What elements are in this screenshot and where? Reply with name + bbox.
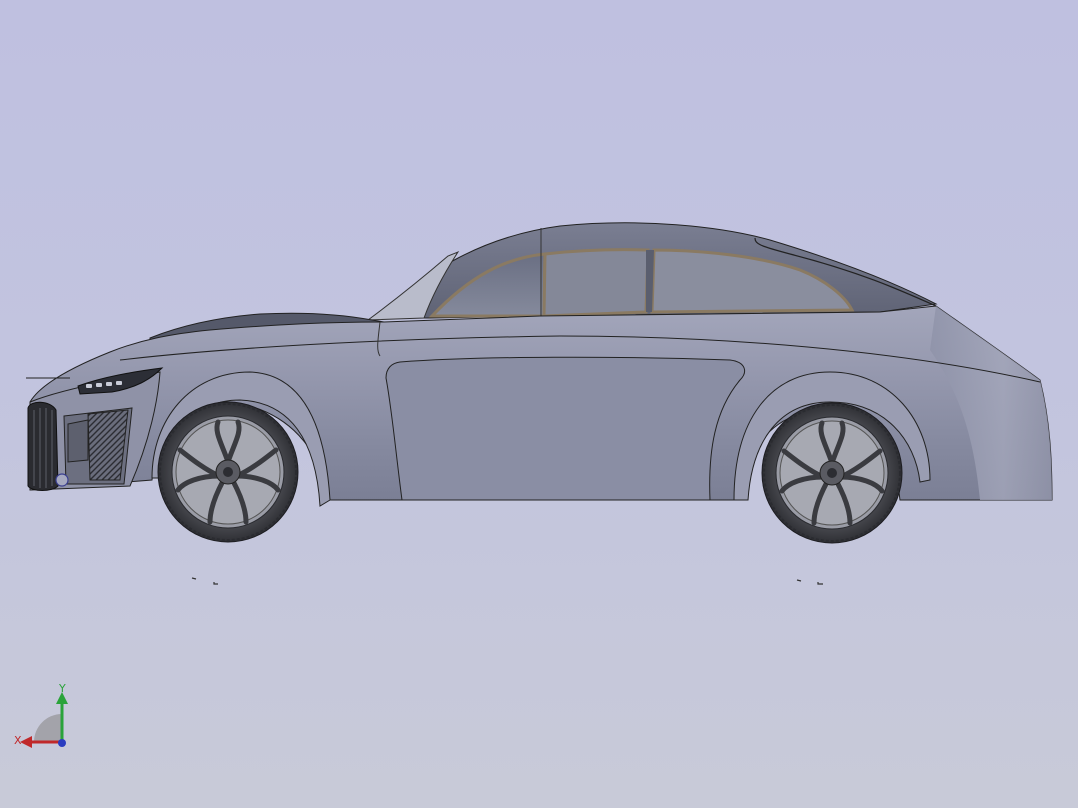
x-axis-label: X bbox=[14, 734, 22, 747]
kidney-grille bbox=[27, 401, 59, 491]
front-wheel bbox=[157, 401, 299, 543]
door-panel bbox=[385, 356, 746, 501]
y-axis-label: Y bbox=[58, 684, 66, 695]
car-model-side-view[interactable] bbox=[0, 0, 1078, 808]
ground-markers bbox=[191, 577, 823, 585]
z-axis-point bbox=[58, 739, 66, 747]
rear-wheel bbox=[761, 402, 903, 544]
coordinate-triad[interactable]: Y X bbox=[12, 684, 76, 754]
triad-base-quadrant bbox=[34, 714, 62, 742]
graphics-viewport[interactable]: Y X bbox=[0, 0, 1078, 808]
side-window-middle bbox=[542, 248, 650, 318]
fog-light-frame bbox=[67, 419, 89, 463]
brand-badge bbox=[55, 473, 69, 487]
x-axis-arrowhead bbox=[20, 736, 32, 748]
